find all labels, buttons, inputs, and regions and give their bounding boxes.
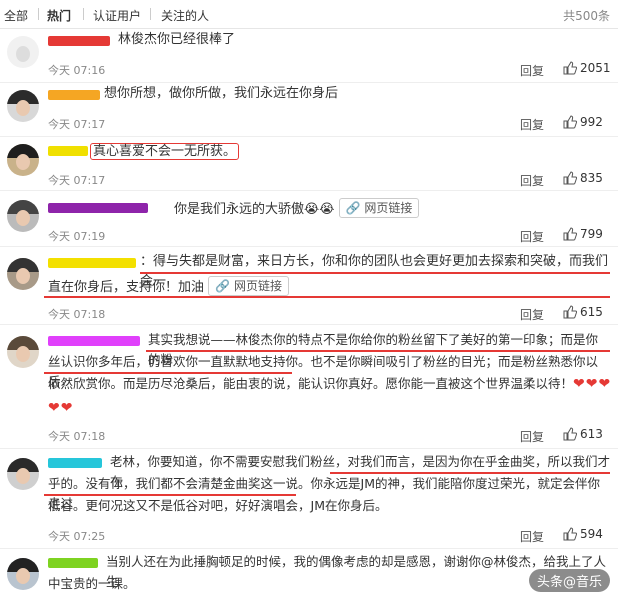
username-redacted — [48, 203, 148, 213]
like-count: 2051 — [580, 61, 611, 75]
comment-time: 今天 07:18 — [48, 430, 106, 443]
thumbs-up-icon — [563, 115, 578, 129]
comment-item: 其实我想说——林俊杰你的特点不是你给你的粉丝留下了美好的第一印象；而是你的粉 丝… — [0, 324, 618, 449]
username-redacted — [48, 36, 110, 46]
highlighted-text: 真心喜爱不会一无所获。 — [90, 143, 240, 160]
comment-time: 今天 07:16 — [48, 64, 106, 77]
username-redacted — [48, 458, 102, 468]
comment-item: ：得与失都是财富，来日方长，你和你的团队也会更好更加去探索和突破，而我们会一 直… — [0, 246, 618, 325]
like-count: 615 — [580, 305, 603, 319]
avatar[interactable] — [7, 258, 39, 290]
tab-all[interactable]: 全部 — [4, 7, 28, 24]
comment-text-segment: 依然欣赏你。而是历尽沧桑后，能由衷的说，能认识你真好。愿你能一直被这个世界温柔以… — [48, 376, 574, 391]
like-button[interactable]: 594 — [563, 527, 603, 541]
comment-time: 今天 07:18 — [48, 308, 106, 321]
comment-tabs: 全部 热门 认证用户 关注的人 共500条 — [0, 0, 618, 29]
heart-emoji-icon: ❤❤❤ — [573, 376, 612, 392]
like-count: 992 — [580, 115, 603, 129]
reply-button[interactable]: 回复 — [520, 528, 544, 545]
red-underline — [140, 272, 610, 274]
thumbs-up-icon — [563, 61, 578, 75]
tab-hot[interactable]: 热门 — [47, 7, 71, 24]
comment-item: 林俊杰你已经很棒了 今天 07:16 回复 2051 — [0, 28, 618, 83]
username-redacted — [48, 336, 140, 346]
reply-button[interactable]: 回复 — [520, 428, 544, 445]
tab-divider — [38, 8, 39, 20]
username-redacted — [48, 146, 88, 156]
comment-time: 今天 07:25 — [48, 530, 106, 543]
comment-item: 当别人还在为此捶胸顿足的时候，我的偶像考虑的却是感恩，谢谢你@林俊杰，给我上了人… — [0, 548, 618, 598]
tab-following[interactable]: 关注的人 — [161, 7, 209, 24]
web-link[interactable]: 🔗 网页链接 — [338, 198, 420, 218]
comment-item: 真心喜爱不会一无所获。 今天 07:17 回复 835 — [0, 136, 618, 191]
comment-text: 林俊杰你已经很棒了 — [118, 32, 236, 47]
like-button[interactable]: 835 — [563, 171, 603, 185]
like-button[interactable]: 2051 — [563, 61, 611, 75]
comment-text-line-3: 依然欣赏你。而是历尽沧桑后，能由衷的说，能认识你真好。愿你能一直被这个世界温柔以… — [48, 374, 610, 394]
like-count: 613 — [580, 427, 603, 441]
red-underline — [44, 372, 292, 374]
red-underline — [146, 350, 610, 352]
thumbs-up-icon — [563, 227, 578, 241]
total-count: 共500条 — [563, 9, 610, 23]
watermark-logo: 头条@音乐 — [528, 569, 610, 592]
comment-item: 想你所想，做你所做，我们永远在你身后 今天 07:17 回复 992 — [0, 82, 618, 137]
comment-time: 今天 07:17 — [48, 118, 106, 131]
avatar[interactable] — [7, 558, 39, 590]
red-underline — [330, 472, 610, 474]
thumbs-up-icon — [563, 171, 578, 185]
comment-text-line-3: 低谷。更何况这又不是低谷对吧，好好演唱会，JM在你身后。 — [48, 498, 388, 513]
reply-button[interactable]: 回复 — [520, 62, 544, 79]
username-redacted — [48, 90, 100, 100]
comment-text-segment: 直在你身后，支持你！加油 — [48, 280, 205, 295]
avatar[interactable] — [7, 144, 39, 176]
comment-time: 今天 07:17 — [48, 174, 106, 187]
avatar[interactable] — [7, 90, 39, 122]
username-redacted — [48, 558, 98, 568]
like-button[interactable]: 799 — [563, 227, 603, 241]
web-link-label: 网页链接 — [233, 279, 282, 293]
comment-time: 今天 07:19 — [48, 230, 106, 243]
avatar[interactable] — [7, 36, 39, 68]
like-button[interactable]: 615 — [563, 305, 603, 319]
link-icon: 🔗 — [345, 201, 361, 215]
like-count: 835 — [580, 171, 603, 185]
tab-divider — [150, 8, 151, 20]
comment-item: 你是我们永远的大骄傲😭😭 🔗 网页链接 今天 07:19 回复 799 — [0, 190, 618, 247]
like-button[interactable]: 613 — [563, 427, 603, 441]
comment-text: 你是我们永远的大骄傲😭😭 🔗 网页链接 — [174, 198, 610, 220]
thumbs-up-icon — [563, 527, 578, 541]
red-underline — [44, 296, 610, 298]
heart-emoji-icon: ❤❤ — [48, 400, 74, 416]
web-link[interactable]: 🔗 网页链接 — [208, 276, 289, 296]
like-count: 594 — [580, 527, 603, 541]
red-underline — [44, 494, 296, 496]
comment-text-line-2: 中宝贵的一课。 — [48, 576, 136, 591]
username-redacted — [48, 258, 136, 268]
thumbs-up-icon — [563, 427, 578, 441]
comment-text-main: 你是我们永远的大骄傲😭😭 — [174, 202, 335, 217]
comment-text-line-4: ❤❤ — [48, 398, 610, 419]
tab-divider — [83, 8, 84, 20]
link-icon: 🔗 — [215, 279, 231, 293]
like-count: 799 — [580, 227, 603, 241]
reply-button[interactable]: 回复 — [520, 228, 544, 245]
comment-text: 想你所想，做你所做，我们永远在你身后 — [104, 86, 339, 101]
comment-text: 真心喜爱不会一无所获。 — [90, 142, 610, 162]
web-link-label: 网页链接 — [364, 201, 413, 215]
avatar[interactable] — [7, 336, 39, 368]
reply-button[interactable]: 回复 — [520, 172, 544, 189]
avatar[interactable] — [7, 200, 39, 232]
avatar[interactable] — [7, 458, 39, 490]
comment-text-line-2: 直在你身后，支持你！加油 🔗 网页链接 — [48, 276, 610, 298]
like-button[interactable]: 992 — [563, 115, 603, 129]
reply-button[interactable]: 回复 — [520, 116, 544, 133]
thumbs-up-icon — [563, 305, 578, 319]
tab-verified-users[interactable]: 认证用户 — [93, 7, 141, 24]
reply-button[interactable]: 回复 — [520, 306, 544, 323]
comment-item: 老林，你要知道，你不需要安慰我们粉丝，对我们而言，是因为你在乎金曲奖，所以我们才… — [0, 448, 618, 549]
